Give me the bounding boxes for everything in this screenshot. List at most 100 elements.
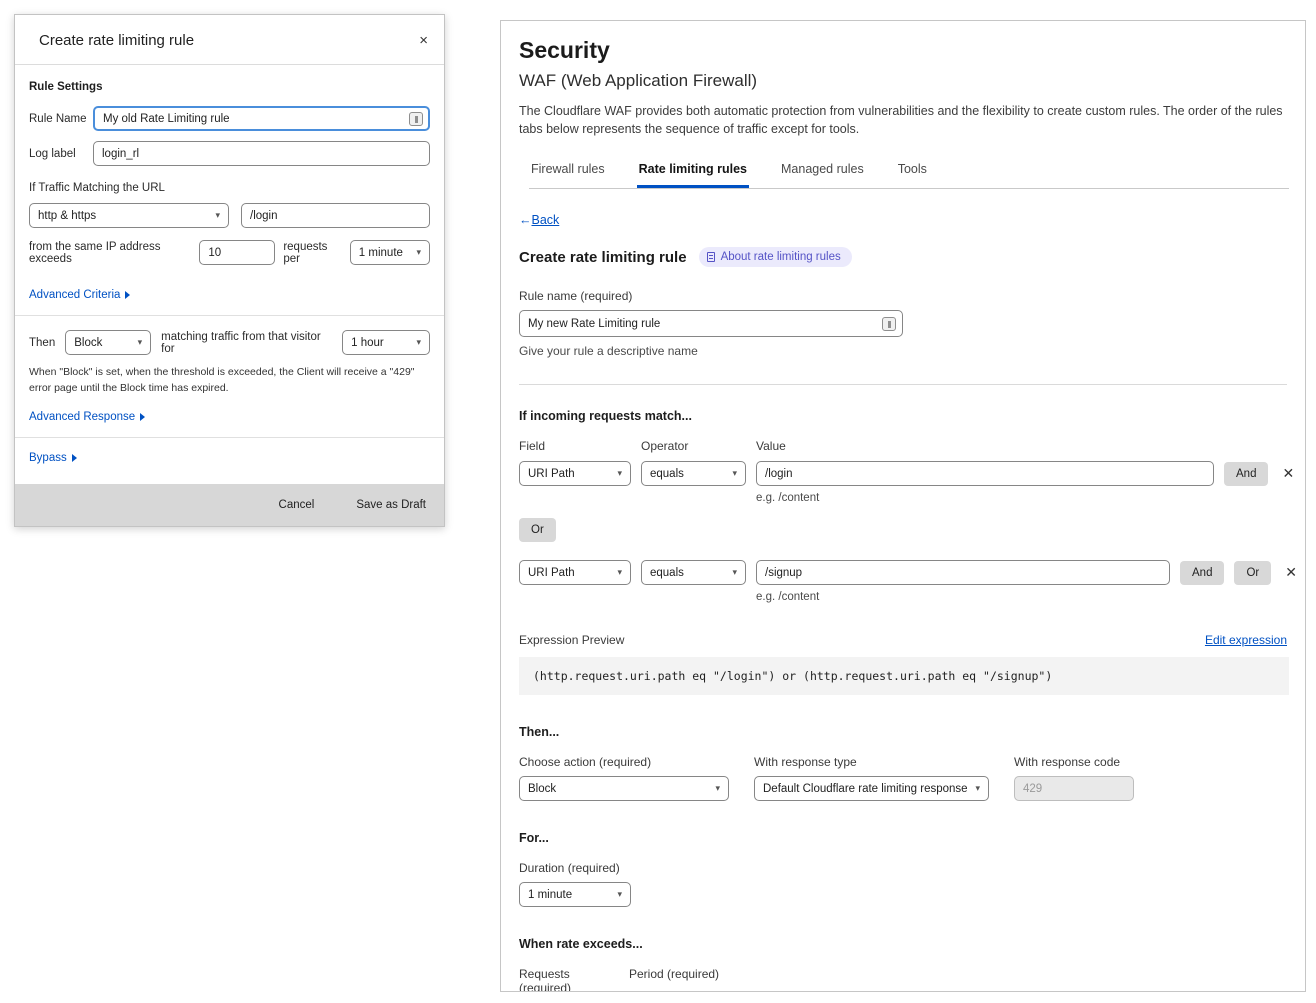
advanced-criteria-label: Advanced Criteria	[29, 289, 120, 301]
log-label-row: Log label	[29, 141, 430, 166]
or-row: Or	[519, 518, 1287, 542]
operator-select[interactable]: equals ▾	[641, 560, 746, 585]
condition-row-2: URI Path ▾ equals ▾ And Or ✕	[519, 560, 1287, 585]
chevron-down-icon: ▾	[138, 338, 143, 347]
chevron-down-icon: ▾	[215, 211, 220, 220]
rule-name-label: Rule name (required)	[519, 289, 1287, 303]
response-type-group: With response type Default Cloudflare ra…	[754, 755, 989, 801]
page-subtitle: WAF (Web Application Firewall)	[519, 71, 1287, 91]
autofill-icon[interactable]	[882, 317, 896, 331]
about-rate-limiting-rules-badge[interactable]: About rate limiting rules	[699, 247, 852, 267]
then-row: Then Block ▾ matching traffic from that …	[29, 330, 430, 355]
rule-name-input-wrap	[519, 310, 903, 337]
chevron-down-icon: ▾	[416, 338, 421, 347]
expression-preview-header: Expression Preview Edit expression	[519, 633, 1287, 647]
remove-condition-icon[interactable]: ✕	[1278, 463, 1298, 484]
value-input[interactable]	[756, 461, 1214, 486]
duration-value: 1 minute	[528, 889, 572, 901]
scheme-select[interactable]: http & https ▾	[29, 203, 229, 228]
rule-name-input[interactable]	[93, 106, 430, 131]
response-type-select[interactable]: Default Cloudflare rate limiting respons…	[754, 776, 989, 801]
divider	[15, 437, 444, 438]
response-type-value: Default Cloudflare rate limiting respons…	[763, 783, 968, 795]
chevron-down-icon: ▾	[732, 469, 737, 478]
advanced-response-link[interactable]: Advanced Response	[29, 411, 145, 423]
then-label: Then	[29, 337, 55, 349]
or-button[interactable]: Or	[1234, 561, 1271, 585]
operator-select-value: equals	[650, 468, 684, 480]
response-code-label: With response code	[1014, 755, 1134, 769]
value-hint: e.g. /content	[756, 591, 1287, 603]
rule-settings-heading: Rule Settings	[29, 81, 430, 93]
divider	[519, 384, 1287, 385]
cancel-button[interactable]: Cancel	[279, 499, 315, 511]
log-label-input[interactable]	[93, 141, 430, 166]
chevron-down-icon: ▾	[416, 248, 421, 257]
and-button[interactable]: And	[1180, 561, 1224, 585]
create-rate-limiting-rule-dialog: Create rate limiting rule × Rule Setting…	[14, 14, 445, 527]
duration-select[interactable]: 1 minute ▾	[519, 882, 631, 907]
operator-select[interactable]: equals ▾	[641, 461, 746, 486]
period-select[interactable]: 1 minute ▾	[350, 240, 430, 265]
document-icon	[707, 252, 715, 262]
bypass-link[interactable]: Bypass	[29, 452, 77, 464]
and-button[interactable]: And	[1224, 462, 1268, 486]
url-input[interactable]	[241, 203, 430, 228]
incoming-requests-heading: If incoming requests match...	[519, 409, 1287, 423]
autofill-icon[interactable]	[409, 112, 423, 126]
response-type-label: With response type	[754, 755, 989, 769]
requests-label: Requests (required)	[519, 967, 619, 992]
chevron-down-icon: ▾	[617, 469, 622, 478]
ban-duration-select-value: 1 hour	[351, 337, 384, 349]
back-link[interactable]: ←Back	[519, 213, 559, 227]
action-select[interactable]: Block ▾	[65, 330, 151, 355]
value-input[interactable]	[756, 560, 1170, 585]
tab-firewall-rules[interactable]: Firewall rules	[529, 156, 607, 188]
period-label: Period (required)	[629, 967, 719, 992]
duration-label: Duration (required)	[519, 861, 1287, 875]
tab-rate-limiting-rules[interactable]: Rate limiting rules	[637, 156, 749, 188]
choose-action-value: Block	[528, 783, 556, 795]
advanced-criteria-link[interactable]: Advanced Criteria	[29, 289, 130, 301]
field-select-value: URI Path	[528, 567, 575, 579]
ban-duration-select[interactable]: 1 hour ▾	[342, 330, 430, 355]
field-select[interactable]: URI Path ▾	[519, 560, 631, 585]
choose-action-select[interactable]: Block ▾	[519, 776, 729, 801]
back-arrow-icon: ←	[519, 213, 532, 227]
threshold-row: from the same IP address exceeds request…	[29, 240, 430, 265]
remove-condition-icon[interactable]: ✕	[1281, 562, 1301, 583]
tab-managed-rules[interactable]: Managed rules	[779, 156, 866, 188]
save-as-draft-button[interactable]: Save as Draft	[356, 499, 426, 511]
choose-action-label: Choose action (required)	[519, 755, 729, 769]
about-badge-label: About rate limiting rules	[721, 251, 841, 263]
response-code-input: 429	[1014, 776, 1134, 801]
action-select-value: Block	[74, 337, 102, 349]
field-column-label: Field	[519, 439, 631, 453]
disclosure-triangle-icon	[72, 454, 77, 462]
value-hint: e.g. /content	[756, 492, 1287, 504]
rule-name-input-wrap	[93, 106, 430, 131]
condition-column-labels: Field Operator Value	[519, 439, 1287, 453]
rate-labels: Requests (required) Period (required)	[519, 967, 1287, 992]
close-icon[interactable]: ×	[419, 32, 428, 49]
chevron-down-icon: ▾	[975, 784, 980, 793]
disclosure-triangle-icon	[125, 291, 130, 299]
page-description: The Cloudflare WAF provides both automat…	[519, 102, 1291, 138]
edit-expression-link[interactable]: Edit expression	[1205, 633, 1287, 647]
block-note-text: When "Block" is set, when the threshold …	[29, 365, 419, 397]
chevron-down-icon: ▾	[617, 568, 622, 577]
bypass-label: Bypass	[29, 452, 67, 464]
operator-select-value: equals	[650, 567, 684, 579]
then-controls: Choose action (required) Block ▾ With re…	[519, 755, 1287, 801]
rule-name-label: Rule Name	[29, 113, 93, 125]
operator-column-label: Operator	[641, 439, 746, 453]
or-button[interactable]: Or	[519, 518, 556, 542]
divider	[15, 315, 444, 316]
tab-tools[interactable]: Tools	[896, 156, 929, 188]
rule-name-row: Rule Name	[29, 106, 430, 131]
chevron-down-icon: ▾	[715, 784, 720, 793]
rate-exceeds-heading: When rate exceeds...	[519, 937, 1287, 951]
field-select[interactable]: URI Path ▾	[519, 461, 631, 486]
requests-input[interactable]	[199, 240, 275, 265]
rule-name-input[interactable]	[519, 310, 903, 337]
